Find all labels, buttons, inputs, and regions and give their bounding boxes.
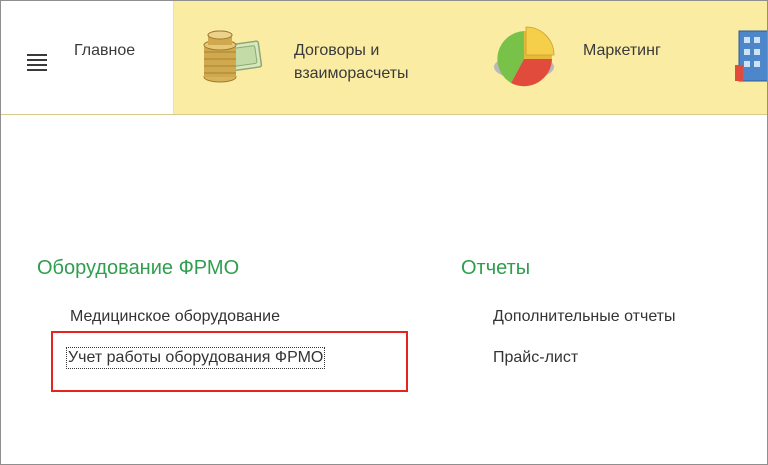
group-title-frmo-equipment: Оборудование ФРМО bbox=[37, 257, 240, 279]
tab-contracts-label: Договоры и взаиморасчеты bbox=[294, 42, 409, 82]
annotation-highlight-box bbox=[51, 331, 408, 392]
tab-marketing[interactable]: Маркетинг bbox=[479, 1, 709, 114]
coins-money-icon bbox=[203, 30, 263, 83]
link-price-list[interactable]: Прайс-лист bbox=[493, 349, 578, 367]
tab-next[interactable] bbox=[731, 1, 767, 114]
hamburger-menu-icon bbox=[27, 54, 47, 71]
app-window: Главное Договоры и взаиморасчеты Маркети… bbox=[0, 0, 768, 465]
tab-contracts[interactable]: Договоры и взаиморасчеты bbox=[174, 1, 474, 114]
sections-panel: Главное Договоры и взаиморасчеты Маркети… bbox=[1, 1, 767, 115]
building-icon bbox=[735, 30, 767, 82]
tab-marketing-label: Маркетинг bbox=[583, 42, 661, 59]
link-medical-equipment[interactable]: Медицинское оборудование bbox=[70, 308, 280, 326]
tab-main-label: Главное bbox=[74, 42, 136, 59]
pie-chart-icon bbox=[494, 26, 555, 87]
group-title-reports: Отчеты bbox=[461, 257, 531, 279]
tab-main[interactable]: Главное bbox=[1, 1, 174, 114]
link-additional-reports[interactable]: Дополнительные отчеты bbox=[493, 308, 676, 326]
